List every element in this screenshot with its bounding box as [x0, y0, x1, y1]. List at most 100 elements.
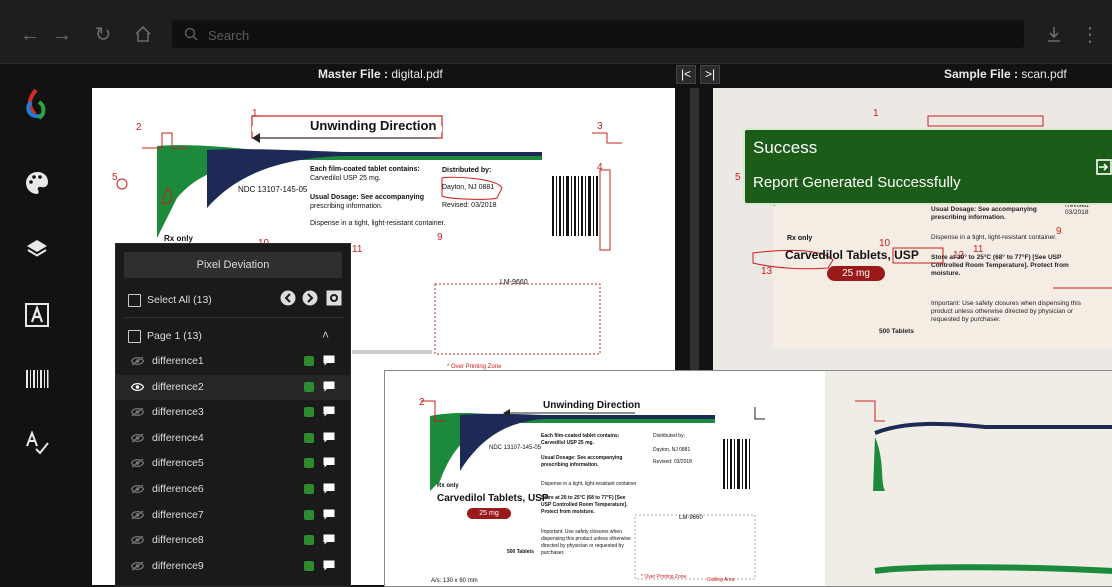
text-compare-icon[interactable] — [24, 302, 50, 328]
difference-row[interactable]: difference7 — [116, 503, 350, 528]
marker-3[interactable]: 3 — [597, 121, 603, 132]
difference-color-swatch[interactable] — [304, 432, 314, 443]
toast-close-icon[interactable] — [1095, 158, 1112, 176]
download-icon[interactable] — [1043, 24, 1065, 46]
splitter-handle[interactable] — [690, 88, 699, 378]
difference-row[interactable]: difference6 — [116, 477, 350, 502]
sample-important: Important: Use safety closures when disp… — [931, 300, 1081, 323]
difference-color-swatch[interactable] — [304, 356, 314, 366]
difference-color-swatch[interactable] — [304, 535, 314, 546]
left-sidebar — [0, 64, 76, 585]
difference-color-swatch[interactable] — [304, 509, 314, 520]
divider — [124, 317, 344, 318]
marker-9[interactable]: 9 — [437, 232, 443, 243]
back-arrow-icon[interactable]: ← — [19, 24, 41, 46]
forward-arrow-icon[interactable]: → — [51, 24, 73, 46]
master-usual-dosage: Usual Dosage: See accompanying — [310, 194, 424, 201]
collapse-chevron-icon[interactable]: ˄ — [322, 328, 329, 342]
eye-icon[interactable] — [131, 382, 144, 392]
search-bar[interactable] — [172, 20, 1024, 48]
comment-icon[interactable] — [323, 509, 335, 520]
search-icon — [184, 27, 198, 41]
difference-row[interactable]: difference9 — [116, 554, 350, 579]
difference-row[interactable]: difference2 — [116, 374, 350, 400]
app-logo-icon — [26, 88, 46, 120]
first-page-button[interactable]: |< — [676, 65, 696, 84]
zoom-sample-artwork — [855, 400, 1112, 574]
comment-icon[interactable] — [323, 560, 335, 571]
spellcheck-icon[interactable] — [24, 430, 50, 456]
eye-off-icon[interactable] — [131, 458, 144, 468]
panel-header[interactable]: Pixel Deviation — [124, 252, 342, 278]
eye-off-icon[interactable] — [131, 510, 144, 520]
comment-icon[interactable] — [323, 483, 335, 494]
master-revised: Revised: 03/2018 — [442, 202, 497, 209]
difference-row[interactable]: difference3 — [116, 400, 350, 425]
zoom-title: Unwinding Direction — [543, 400, 641, 411]
marker-5[interactable]: 5 — [112, 172, 118, 183]
sample-marker-1[interactable]: 1 — [873, 108, 879, 119]
difference-color-swatch[interactable] — [304, 407, 314, 418]
difference-row[interactable]: difference1 — [116, 349, 350, 374]
more-menu-icon[interactable]: ⋮ — [1079, 24, 1101, 46]
comment-icon[interactable] — [323, 457, 335, 468]
difference-color-swatch[interactable] — [304, 484, 314, 494]
barcode-icon[interactable] — [24, 366, 50, 392]
master-file-label: Master File : digital.pdf — [318, 67, 443, 81]
marker-11[interactable]: 11 — [352, 244, 362, 255]
sample-marker-5[interactable]: 5 — [735, 172, 741, 183]
palette-icon[interactable] — [24, 170, 50, 196]
search-input[interactable] — [206, 24, 990, 46]
difference-color-swatch[interactable] — [304, 458, 314, 469]
select-all-checkbox[interactable] — [128, 294, 141, 307]
difference-color-swatch[interactable] — [304, 560, 314, 571]
zoom-carvedilol: Carvedilol Tablets, USP — [437, 493, 549, 504]
sample-file-name: scan.pdf — [1021, 67, 1067, 81]
marker-1[interactable]: 1 — [252, 108, 258, 119]
layers-icon[interactable] — [24, 236, 50, 262]
last-page-button[interactable]: >| — [700, 65, 720, 84]
comment-icon[interactable] — [323, 381, 335, 392]
sample-marker-13[interactable]: 13 — [761, 266, 772, 277]
eye-off-icon[interactable] — [131, 484, 144, 494]
comment-icon[interactable] — [323, 406, 335, 417]
difference-row[interactable]: difference5 — [116, 451, 350, 476]
zoom-sample-view[interactable] — [825, 371, 1112, 586]
eye-off-icon[interactable] — [131, 535, 144, 545]
zoom-important: Important: Use safety closures when disp… — [541, 529, 631, 556]
sample-usual: Usual Dosage: See accompanying prescribi… — [931, 206, 1037, 221]
pixel-deviation-panel: Pixel Deviation Select All (13) Page 1 (… — [115, 243, 351, 587]
zoom-revised: Revised: 03/2018 — [653, 459, 692, 465]
zoom-cutting: Cutting Area — [707, 577, 735, 583]
eye-off-icon[interactable] — [131, 433, 144, 443]
comment-icon[interactable] — [323, 432, 335, 443]
page-checkbox[interactable] — [128, 330, 141, 343]
master-lm-code: LM-9660 — [500, 279, 528, 286]
sample-dose-badge: 25 mg — [827, 266, 885, 281]
difference-label: difference5 — [152, 457, 204, 470]
marker-2[interactable]: 2 — [136, 122, 142, 133]
eye-off-icon[interactable] — [131, 561, 144, 571]
zoom-comparison-view[interactable]: 2 Unwinding Direction NDC 13107-145-05 E… — [384, 370, 1112, 587]
settings-gear-icon[interactable] — [326, 290, 342, 306]
eye-off-icon[interactable] — [131, 407, 144, 417]
prev-difference-icon[interactable] — [280, 290, 296, 306]
zoom-overprint: * Over Printing Zone — [641, 574, 687, 580]
comment-icon[interactable] — [323, 355, 335, 366]
master-dispense: Dispense in a tight, light-resistant con… — [310, 220, 446, 227]
zoom-marker-2[interactable]: 2 — [419, 397, 425, 408]
master-file-name: digital.pdf — [391, 67, 443, 81]
difference-color-swatch[interactable] — [304, 381, 314, 392]
difference-label: difference9 — [152, 559, 204, 572]
toast-title: Success — [753, 138, 818, 157]
difference-row[interactable]: difference4 — [116, 426, 350, 451]
zoom-dispense: Dispense in a tight, light-resistant con… — [541, 481, 637, 487]
eye-off-icon[interactable] — [131, 356, 144, 366]
master-film-coated: Each film-coated tablet contains: — [310, 166, 420, 173]
difference-row[interactable]: difference8 — [116, 528, 350, 553]
home-icon[interactable] — [132, 24, 154, 46]
refresh-icon[interactable]: ↻ — [92, 24, 114, 46]
comment-icon[interactable] — [323, 534, 335, 545]
marker-4[interactable]: 4 — [597, 162, 603, 173]
next-difference-icon[interactable] — [302, 290, 318, 306]
